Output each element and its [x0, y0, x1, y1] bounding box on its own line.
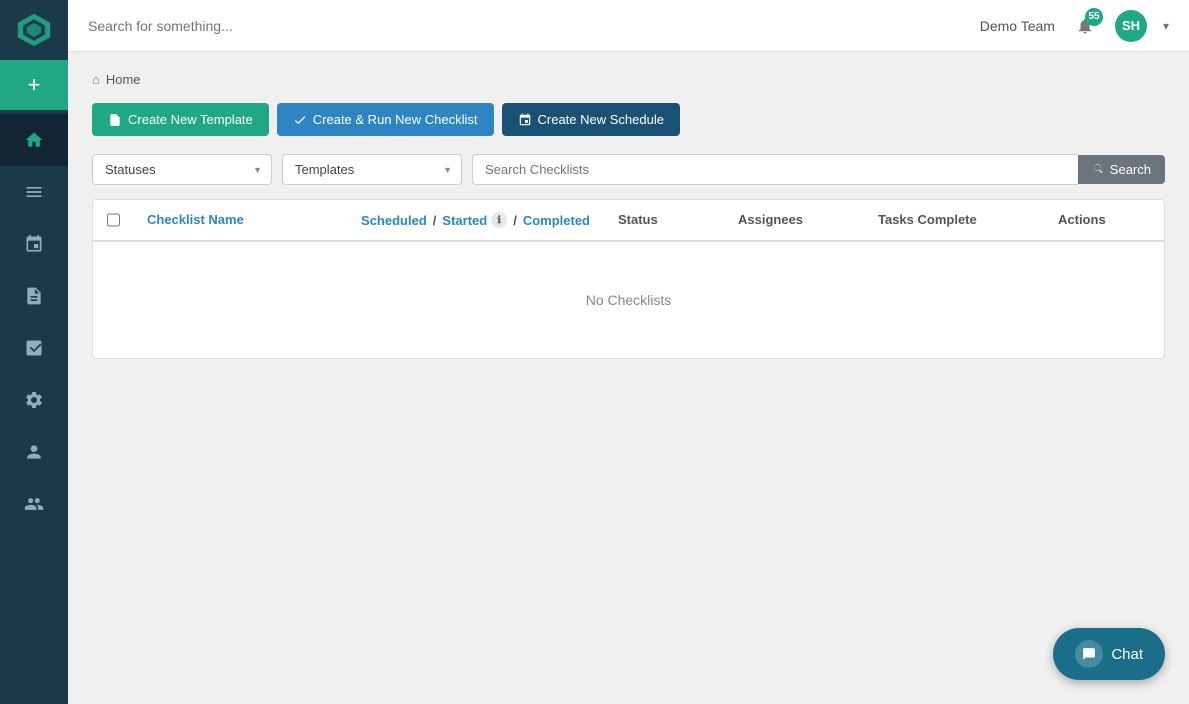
th-checkbox [93, 200, 133, 240]
notifications-button[interactable]: 55 [1071, 12, 1099, 40]
home-icon: ⌂ [92, 72, 100, 87]
template-filter[interactable]: Templates [282, 154, 462, 185]
chat-button[interactable]: Chat [1053, 628, 1165, 680]
sidebar-item-settings[interactable] [0, 374, 68, 426]
filter-row: Statuses Templates Search [92, 154, 1165, 185]
content-area: ⌂ Home Create New Template Create & Run … [68, 52, 1189, 704]
action-buttons: Create New Template Create & Run New Che… [92, 103, 1165, 136]
notification-badge: 55 [1085, 8, 1103, 26]
breadcrumb: ⌂ Home [92, 72, 1165, 87]
th-scheduled: Scheduled / Started ℹ / Completed [347, 200, 604, 240]
search-input[interactable] [88, 18, 980, 34]
sidebar-item-documents[interactable] [0, 270, 68, 322]
checklist-search-button[interactable]: Search [1078, 155, 1165, 184]
checklists-table: Checklist Name Scheduled / Started ℹ / C… [92, 199, 1165, 359]
th-assignees: Assignees [724, 200, 864, 240]
table-header: Checklist Name Scheduled / Started ℹ / C… [93, 200, 1164, 242]
team-name: Demo Team [980, 18, 1055, 34]
info-icon: ℹ [491, 212, 507, 228]
chat-icon [1075, 640, 1103, 668]
sidebar-item-home[interactable] [0, 114, 68, 166]
add-button[interactable]: + [0, 60, 68, 110]
topbar: Demo Team 55 SH ▾ [68, 0, 1189, 52]
th-status: Status [604, 200, 724, 240]
breadcrumb-home-label: Home [106, 72, 141, 87]
sidebar-item-team[interactable] [0, 478, 68, 530]
template-filter-wrapper: Templates [282, 154, 462, 185]
create-schedule-button[interactable]: Create New Schedule [502, 103, 680, 136]
sidebar: + [0, 0, 68, 704]
th-actions: Actions [1044, 200, 1164, 240]
checklist-search-input[interactable] [472, 154, 1078, 185]
sidebar-item-reports[interactable] [0, 322, 68, 374]
avatar-dropdown-icon[interactable]: ▾ [1163, 19, 1169, 33]
sidebar-item-calendar[interactable] [0, 218, 68, 270]
avatar[interactable]: SH [1115, 10, 1147, 42]
status-filter-wrapper: Statuses [92, 154, 272, 185]
topbar-right: Demo Team 55 SH ▾ [980, 10, 1169, 42]
sidebar-nav [0, 114, 68, 530]
sidebar-item-lists[interactable] [0, 166, 68, 218]
main-area: Demo Team 55 SH ▾ ⌂ Home Create New Temp… [68, 0, 1189, 704]
app-logo [0, 0, 68, 60]
table-empty-message: No Checklists [93, 242, 1164, 358]
checklist-search-bar: Search [472, 154, 1165, 185]
create-run-button[interactable]: Create & Run New Checklist [277, 103, 494, 136]
sidebar-item-user[interactable] [0, 426, 68, 478]
th-checklist-name: Checklist Name [133, 200, 347, 240]
select-all-checkbox[interactable] [107, 213, 120, 227]
th-tasks-complete: Tasks Complete [864, 200, 1044, 240]
status-filter[interactable]: Statuses [92, 154, 272, 185]
create-template-button[interactable]: Create New Template [92, 103, 269, 136]
